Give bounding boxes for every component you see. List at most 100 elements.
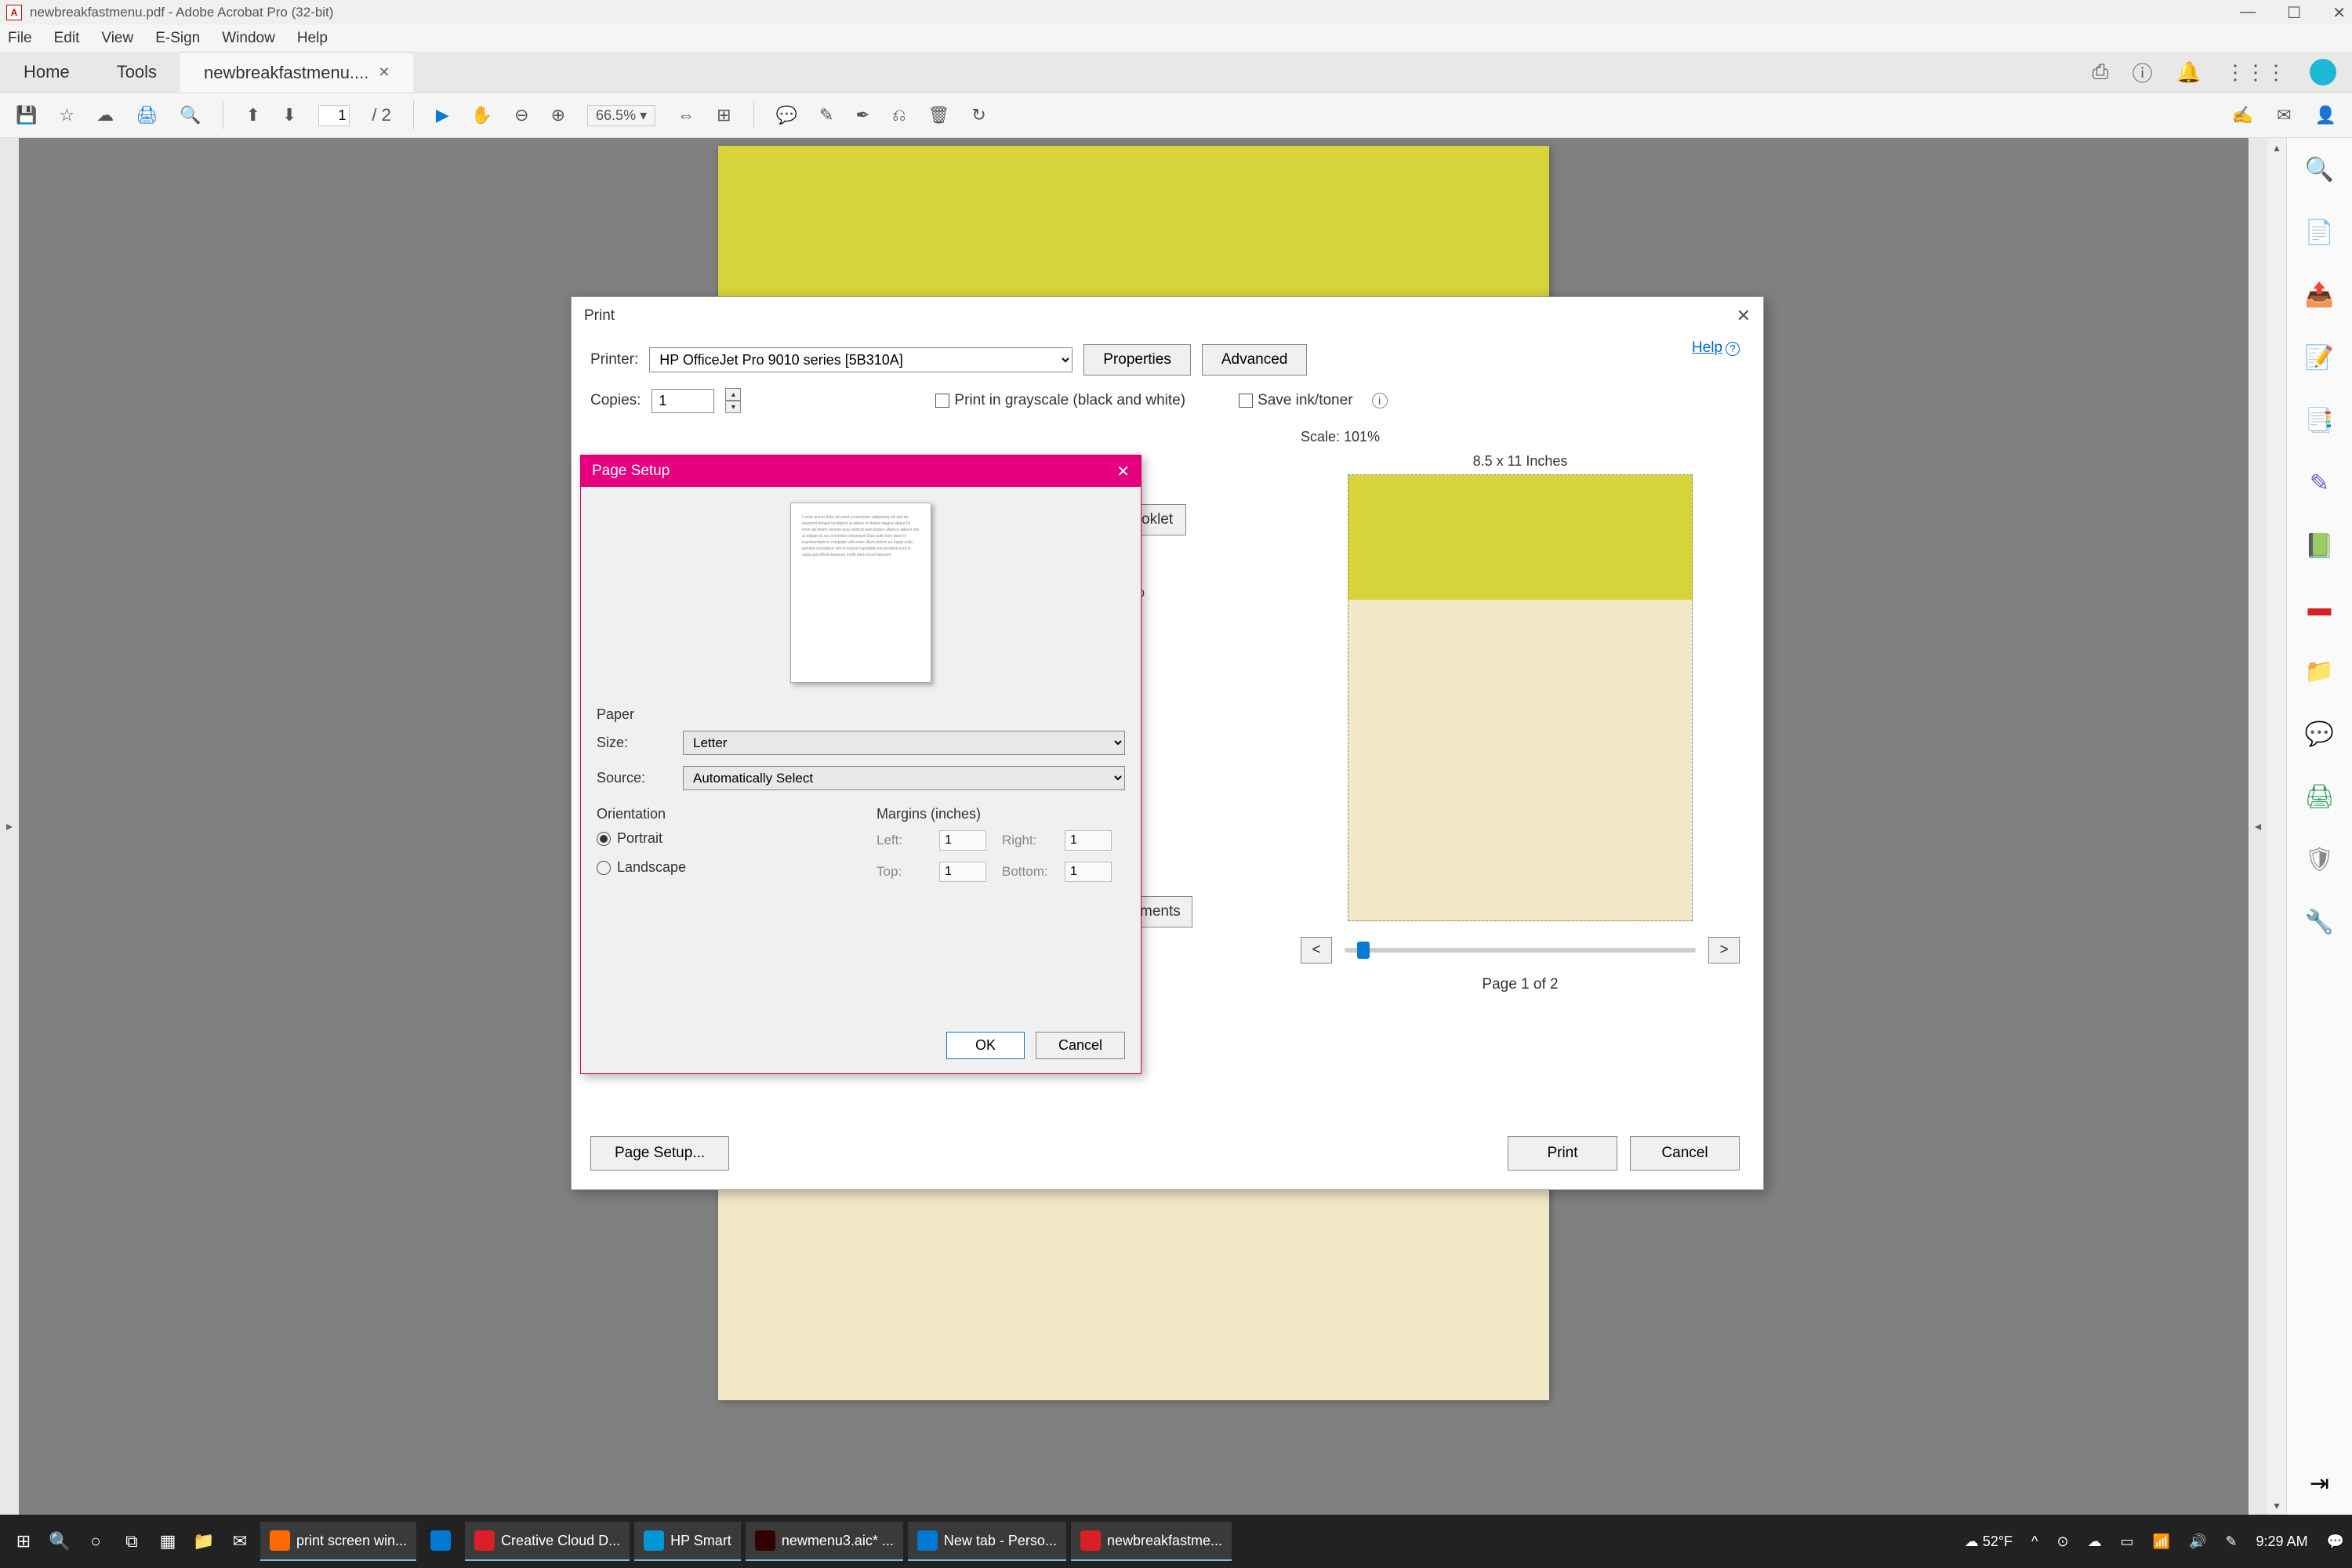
page-setup-button[interactable]: Page Setup... <box>590 1136 729 1171</box>
volume-icon[interactable]: 🔊 <box>2189 1534 2206 1550</box>
wifi-icon[interactable]: 📶 <box>2153 1534 2170 1550</box>
help-link[interactable]: Help? <box>1692 339 1740 357</box>
zoom-in-icon[interactable]: ⊕ <box>551 105 565 125</box>
preview-prev-button[interactable]: < <box>1301 937 1332 964</box>
taskbar-item-acrobat[interactable]: newbreakfastme... <box>1071 1522 1232 1561</box>
highlight-icon[interactable]: ✎ <box>819 105 833 125</box>
close-button[interactable]: ✕ <box>2332 3 2346 23</box>
size-select[interactable]: Letter <box>683 731 1125 755</box>
taskbar-item-edge[interactable] <box>421 1522 460 1561</box>
mail-icon[interactable]: ✉ <box>2277 105 2291 125</box>
menu-help[interactable]: Help <box>297 30 328 47</box>
notifications-icon[interactable]: 💬 <box>2327 1534 2344 1550</box>
print-icon[interactable]: 🖨 <box>136 105 158 125</box>
taskbar-item-edge2[interactable]: New tab - Perso... <box>908 1522 1066 1561</box>
clock[interactable]: 9:29 AM <box>2256 1534 2308 1550</box>
properties-button[interactable]: Properties <box>1083 344 1191 376</box>
battery-icon[interactable]: ▭ <box>2121 1534 2134 1550</box>
menu-view[interactable]: View <box>101 30 133 47</box>
top-margin-input[interactable] <box>939 862 986 882</box>
trash-icon[interactable]: 🗑 <box>927 105 949 125</box>
right-margin-input[interactable] <box>1065 830 1112 851</box>
left-margin-input[interactable] <box>939 830 986 851</box>
people-icon[interactable]: 👤 <box>2315 105 2336 125</box>
portrait-radio[interactable]: Portrait <box>597 830 845 847</box>
fit-width-icon[interactable]: ⇔ <box>677 105 695 125</box>
export-pdf-icon[interactable]: 📤 <box>2304 279 2336 310</box>
weather-widget[interactable]: ☁ 52°F <box>1965 1534 2013 1550</box>
taskbar-item-cc[interactable]: Creative Cloud D... <box>465 1522 630 1561</box>
avatar[interactable] <box>2310 59 2336 85</box>
save-icon[interactable]: 💾 <box>16 105 37 125</box>
copies-spinner[interactable]: ▴▾ <box>725 388 741 413</box>
taskbar-item-snip[interactable]: print screen win... <box>260 1522 416 1561</box>
menu-edit[interactable]: Edit <box>54 30 80 47</box>
tab-home[interactable]: Home <box>0 52 93 93</box>
apps-grid-icon[interactable]: ⋮⋮⋮ <box>2225 60 2286 85</box>
compress-icon[interactable]: 📁 <box>2304 655 2336 687</box>
edit-pdf-icon[interactable]: 📝 <box>2304 342 2336 373</box>
help-icon[interactable]: ⓘ <box>2132 58 2153 87</box>
bell-icon[interactable]: 🔔 <box>2176 60 2201 85</box>
taskbar-item-ai[interactable]: newmenu3.aic* ... <box>746 1522 903 1561</box>
comment-tool-icon[interactable]: 💬 <box>2304 718 2336 750</box>
pointer-icon[interactable]: ▶ <box>436 105 449 125</box>
tray-chevron-icon[interactable]: ^ <box>2031 1534 2038 1550</box>
landscape-radio[interactable]: Landscape <box>597 859 845 876</box>
maximize-button[interactable]: ☐ <box>2287 3 2301 23</box>
star-icon[interactable]: ☆ <box>59 105 74 125</box>
print-button[interactable]: Print <box>1508 1136 1617 1171</box>
scroll-up-icon[interactable]: ▴ <box>2267 138 2286 157</box>
vertical-scrollbar[interactable]: ▴ ▾ <box>2267 138 2286 1515</box>
sign-icon[interactable]: ✒ <box>855 105 869 125</box>
rotate-icon[interactable]: ↻ <box>971 105 985 125</box>
printer-select[interactable]: HP OfficeJet Pro 9010 series [5B310A] <box>649 347 1073 372</box>
ok-button[interactable]: OK <box>946 1032 1025 1059</box>
zoom-out-icon[interactable]: ⊖ <box>514 105 528 125</box>
tab-close-icon[interactable]: ✕ <box>378 64 390 81</box>
create-pdf-icon[interactable]: 📄 <box>2304 216 2336 248</box>
explorer-icon[interactable]: 📁 <box>188 1526 220 1557</box>
page-setup-close-icon[interactable]: ✕ <box>1116 462 1130 481</box>
organize-icon[interactable]: 📑 <box>2304 405 2336 436</box>
protect-print-icon[interactable]: 🖨 <box>2304 781 2336 812</box>
page-up-icon[interactable]: ⬆ <box>245 105 260 125</box>
taskview-icon[interactable]: ⧉ <box>116 1526 147 1557</box>
more-tools-icon[interactable]: 🔧 <box>2304 906 2336 938</box>
menu-window[interactable]: Window <box>222 30 275 47</box>
copies-input[interactable] <box>652 389 714 413</box>
taskbar-item-hp[interactable]: HP Smart <box>634 1522 741 1561</box>
slider-thumb[interactable] <box>1357 942 1370 959</box>
menu-esign[interactable]: E-Sign <box>155 30 200 47</box>
zoom-tool-icon[interactable]: 🔍 <box>2304 154 2336 185</box>
redact-icon[interactable]: ▬ <box>2304 593 2336 624</box>
location-icon[interactable]: ⊙ <box>2056 1534 2068 1550</box>
spinner-down-icon[interactable]: ▾ <box>725 401 741 413</box>
source-select[interactable]: Automatically Select <box>683 766 1125 790</box>
pen-icon[interactable]: ✎ <box>2225 1534 2237 1550</box>
cancel-button[interactable]: Cancel <box>1036 1032 1125 1059</box>
tab-tools[interactable]: Tools <box>93 52 180 93</box>
widgets-icon[interactable]: ▦ <box>152 1526 183 1557</box>
preview-next-button[interactable]: > <box>1708 937 1740 964</box>
search-icon[interactable]: 🔍 <box>44 1526 75 1557</box>
scroll-down-icon[interactable]: ▾ <box>2267 1496 2286 1515</box>
info-icon[interactable]: i <box>1372 393 1388 408</box>
comment-icon[interactable]: 💬 <box>776 105 797 125</box>
stamp-icon[interactable]: ⎌ <box>892 105 906 125</box>
print-dialog-close-icon[interactable]: ✕ <box>1737 306 1751 326</box>
start-button[interactable]: ⊞ <box>8 1526 39 1557</box>
cloud-upload-icon[interactable]: ☁ <box>96 105 114 125</box>
cancel-button[interactable]: Cancel <box>1630 1136 1740 1171</box>
right-panel-handle[interactable]: ◂ <box>2249 138 2267 1515</box>
left-panel-handle[interactable]: ▸ <box>0 138 19 1515</box>
saveink-checkbox[interactable]: Save ink/toner <box>1239 392 1352 409</box>
minimize-button[interactable]: — <box>2240 3 2256 23</box>
advanced-button[interactable]: Advanced <box>1202 344 1308 376</box>
fit-page-icon[interactable]: ⊞ <box>717 105 731 125</box>
spinner-up-icon[interactable]: ▴ <box>725 388 741 401</box>
collapse-panel-icon[interactable]: ⇥ <box>2304 1468 2336 1499</box>
page-down-icon[interactable]: ⬇ <box>282 105 296 125</box>
grayscale-checkbox[interactable]: Print in grayscale (black and white) <box>935 392 1185 409</box>
zoom-dropdown[interactable]: 66.5% ▾ <box>587 105 655 126</box>
